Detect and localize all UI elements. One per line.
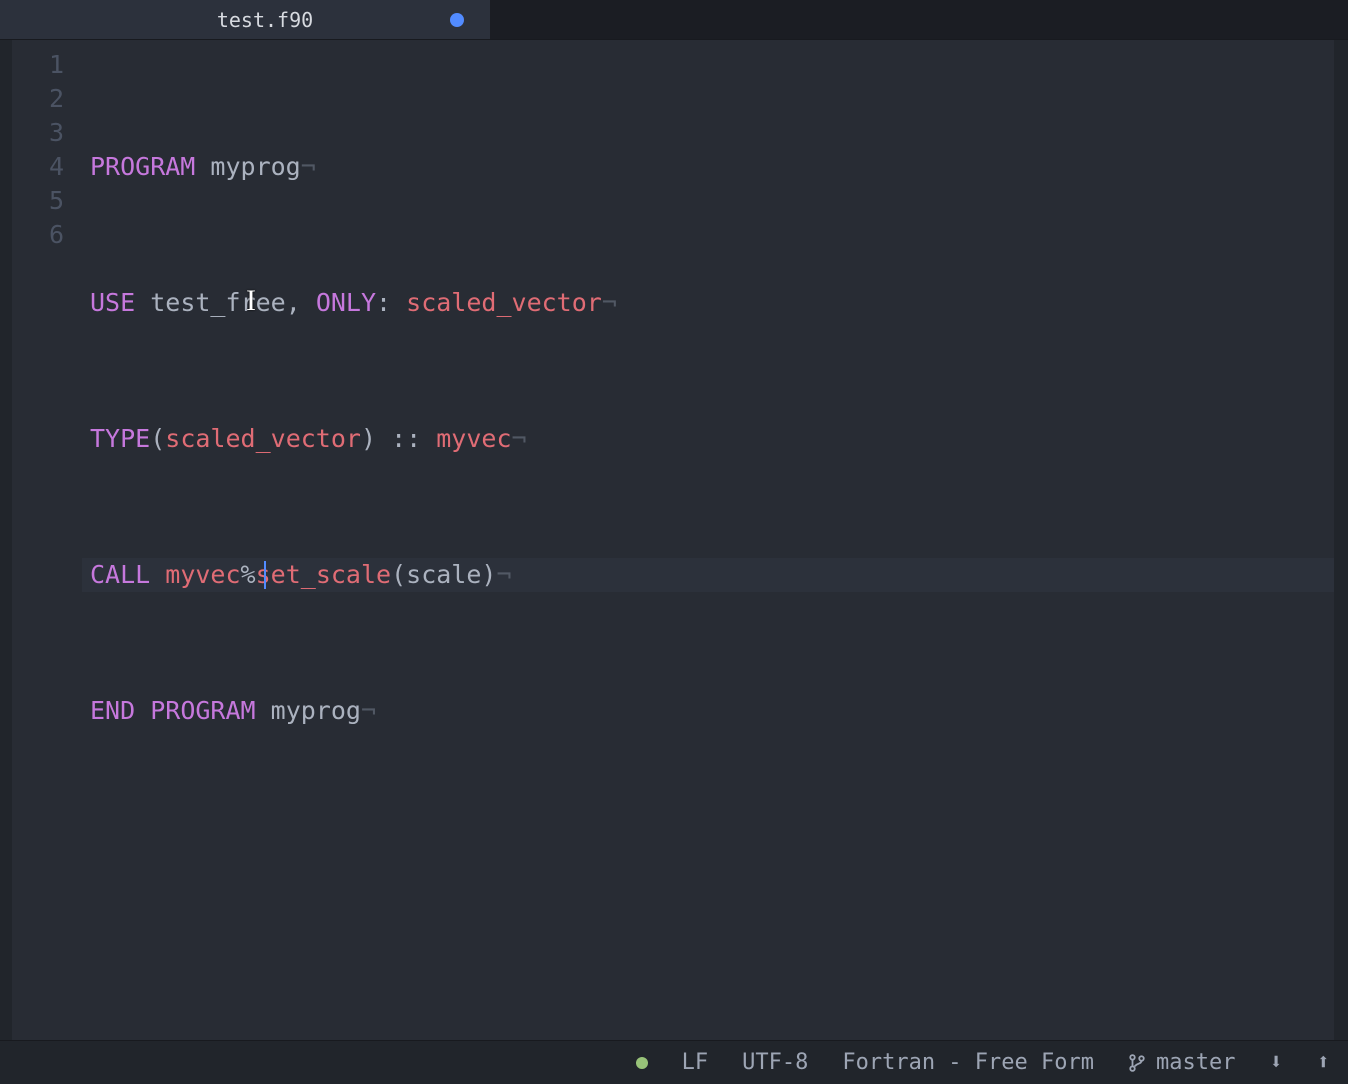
line-number: 5 xyxy=(12,184,64,218)
tab-bar-empty xyxy=(490,0,1348,39)
left-rail xyxy=(0,40,12,1040)
punct: :: xyxy=(376,424,436,453)
variable: myvec xyxy=(165,560,240,589)
modified-indicator-icon xyxy=(450,13,464,27)
punct: : xyxy=(376,288,391,317)
keyword: ONLY xyxy=(316,288,376,317)
code-line[interactable]: TYPE(scaled_vector) :: myvec¬ xyxy=(90,422,1334,456)
type-name: scaled_vector xyxy=(165,424,361,453)
status-language[interactable]: Fortran - Free Form xyxy=(842,1050,1094,1075)
punct: ( xyxy=(391,560,406,589)
keyword: CALL xyxy=(90,560,150,589)
status-bar: LF UTF-8 Fortran - Free Form master ⬇ ⬆ xyxy=(0,1040,1348,1084)
status-dot-icon xyxy=(636,1057,648,1069)
editor-area: 1 2 3 4 5 6 PROGRAM myprog¬ USE test_fre… xyxy=(0,40,1348,1040)
git-push-button[interactable]: ⬆ xyxy=(1317,1050,1330,1075)
status-git-branch[interactable]: master xyxy=(1128,1050,1235,1075)
soft-return-icon: ¬ xyxy=(512,424,527,453)
keyword: END xyxy=(90,696,135,725)
tab-file[interactable]: test.f90 xyxy=(0,0,490,39)
git-branch-icon xyxy=(1128,1052,1146,1074)
type-name: scaled_vector xyxy=(406,288,602,317)
punct: , xyxy=(286,288,301,317)
tab-title: test.f90 xyxy=(217,8,313,32)
tab-bar: test.f90 xyxy=(0,0,1348,40)
identifier: test_free xyxy=(150,288,285,317)
line-number-gutter: 1 2 3 4 5 6 xyxy=(12,40,82,1040)
vertical-scrollbar[interactable] xyxy=(1334,40,1348,1040)
code-content[interactable]: PROGRAM myprog¬ USE test_free, ONLY: sca… xyxy=(82,40,1334,1040)
code-editor[interactable]: 1 2 3 4 5 6 PROGRAM myprog¬ USE test_fre… xyxy=(12,40,1348,1040)
keyword: TYPE xyxy=(90,424,150,453)
line-number: 2 xyxy=(12,82,64,116)
soft-return-icon: ¬ xyxy=(602,288,617,317)
soft-return-icon: ¬ xyxy=(496,560,511,589)
status-line-ending[interactable]: LF xyxy=(682,1050,709,1075)
variable: myvec xyxy=(436,424,511,453)
arrow-up-icon: ⬆ xyxy=(1317,1050,1330,1075)
punct: ( xyxy=(150,424,165,453)
app-root: test.f90 1 2 3 4 5 6 PROGRAM myprog¬ USE… xyxy=(0,0,1348,1084)
punct: ) xyxy=(361,424,376,453)
keyword: USE xyxy=(90,288,135,317)
line-number: 6 xyxy=(12,218,64,252)
line-number: 4 xyxy=(12,150,64,184)
punct: ) xyxy=(481,560,496,589)
arrow-down-icon: ⬇ xyxy=(1270,1050,1283,1075)
identifier: myprog xyxy=(210,152,300,181)
soft-return-icon: ¬ xyxy=(301,152,316,181)
identifier: myprog xyxy=(271,696,361,725)
soft-return-icon: ¬ xyxy=(361,696,376,725)
keyword: PROGRAM xyxy=(150,696,255,725)
text-caret xyxy=(264,561,266,589)
line-number: 1 xyxy=(12,48,64,82)
punct: % xyxy=(241,560,256,589)
code-line-current[interactable]: CALL myvec%set_scale(scale)¬ xyxy=(82,558,1334,592)
code-line[interactable]: USE test_free, ONLY: scaled_vector¬ xyxy=(90,286,1334,320)
branch-name: master xyxy=(1156,1050,1235,1075)
argument: scale xyxy=(406,560,481,589)
status-encoding[interactable]: UTF-8 xyxy=(742,1050,808,1075)
code-line[interactable]: END PROGRAM myprog¬ xyxy=(90,694,1334,728)
keyword: PROGRAM xyxy=(90,152,195,181)
code-line[interactable]: PROGRAM myprog¬ xyxy=(90,150,1334,184)
scrollbar-track xyxy=(1334,40,1348,1040)
status-file-indicator[interactable] xyxy=(636,1057,648,1069)
call-name: et_scale xyxy=(271,560,391,589)
git-fetch-button[interactable]: ⬇ xyxy=(1270,1050,1283,1075)
line-number: 3 xyxy=(12,116,64,150)
code-line[interactable] xyxy=(90,830,1334,864)
